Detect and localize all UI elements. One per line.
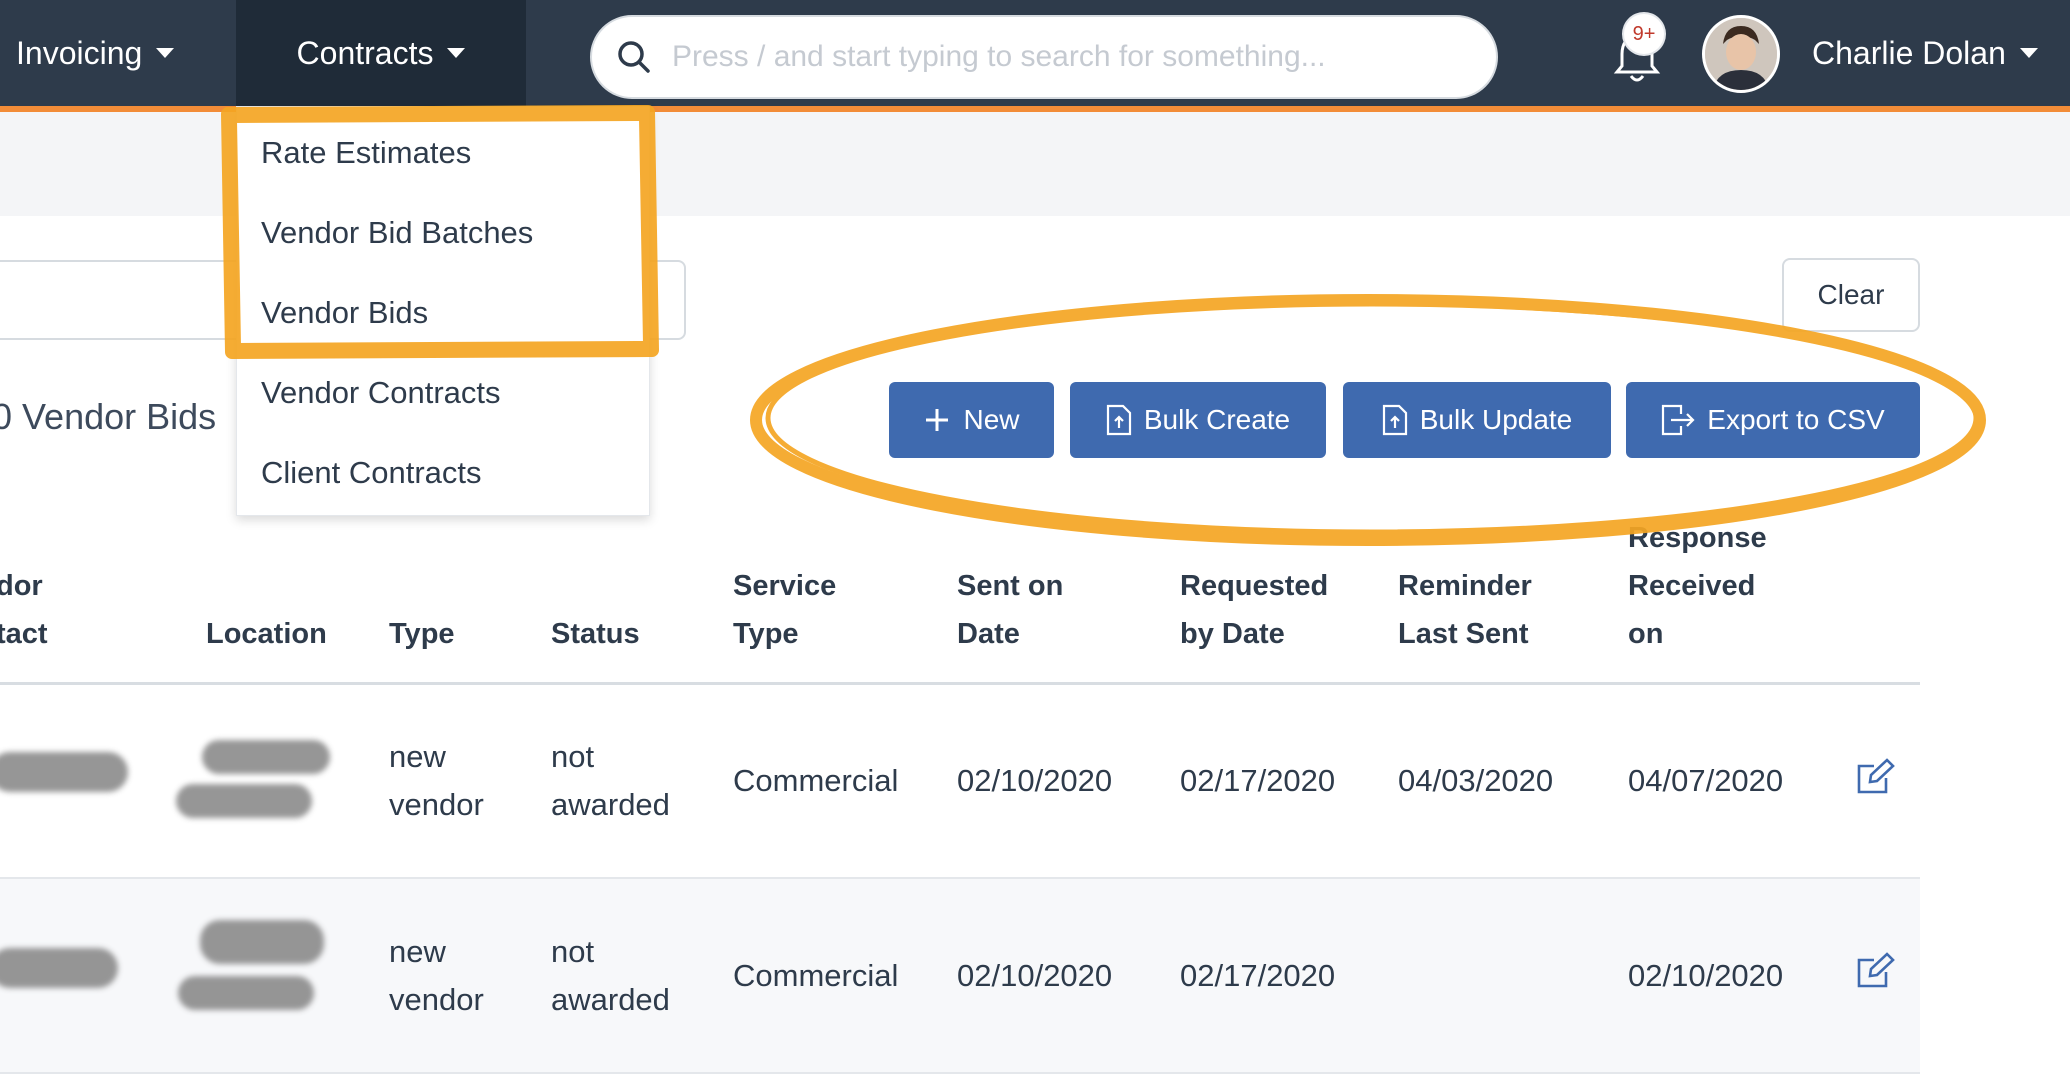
- cell-status: not awarded: [551, 928, 670, 1024]
- table-header-divider: [0, 682, 1920, 685]
- cell-type: new vendor: [389, 928, 484, 1024]
- cell-response-received: 04/07/2020: [1628, 763, 1784, 798]
- header-line: Date: [957, 618, 1020, 650]
- cell-service-type: Commercial: [733, 958, 899, 993]
- header-line: Service: [733, 570, 837, 602]
- new-button[interactable]: New: [889, 382, 1054, 458]
- new-button-label: New: [963, 404, 1020, 435]
- header-line: by Date: [1180, 618, 1285, 650]
- redacted-location: [202, 740, 330, 774]
- menu-item-vendor-bids[interactable]: Vendor Bids: [261, 295, 428, 331]
- header-line: Requested: [1180, 570, 1329, 602]
- header-line: Type: [733, 618, 799, 650]
- bulk-create-label: Bulk Create: [1143, 404, 1291, 435]
- header-vendor-contact[interactable]: dor tact: [0, 562, 48, 658]
- cell-requested-by-date: 02/17/2020: [1180, 958, 1336, 993]
- cell-line: awarded: [551, 787, 670, 822]
- header-location[interactable]: Location: [206, 610, 327, 658]
- menu-item-vendor-contracts[interactable]: Vendor Contracts: [261, 375, 501, 411]
- redacted-vendor-contact: [0, 752, 128, 792]
- menu-item-client-contracts[interactable]: Client Contracts: [261, 455, 482, 491]
- export-csv-label: Export to CSV: [1707, 404, 1885, 435]
- bulk-create-button[interactable]: Bulk Create: [1070, 382, 1326, 458]
- header-line: Sent on: [957, 570, 1064, 602]
- header-requested-by-date[interactable]: Requested by Date: [1180, 562, 1328, 658]
- header-type[interactable]: Type: [389, 610, 455, 658]
- clear-button[interactable]: Clear: [1782, 258, 1920, 332]
- contracts-dropdown-menu: Rate Estimates Vendor Bid Batches Vendor…: [236, 106, 650, 516]
- bulk-update-button[interactable]: Bulk Update: [1343, 382, 1611, 458]
- search-icon: [616, 39, 652, 75]
- chevron-down-icon: [156, 48, 175, 58]
- cell-reminder-last-sent: 04/03/2020: [1398, 763, 1554, 798]
- header-status[interactable]: Status: [551, 610, 640, 658]
- chevron-down-icon: [2019, 48, 2038, 58]
- avatar[interactable]: [1702, 15, 1780, 93]
- cell-line: new: [389, 934, 446, 969]
- cell-type: new vendor: [389, 733, 484, 829]
- redacted-location: [178, 976, 314, 1010]
- cell-line: vendor: [389, 982, 484, 1017]
- nav-invoicing-label: Invoicing: [16, 34, 143, 71]
- redacted-vendor-contact: [0, 948, 118, 988]
- user-name: Charlie Dolan: [1812, 34, 2006, 71]
- nav-invoicing[interactable]: Invoicing: [16, 0, 175, 106]
- cell-requested-by-date: 02/17/2020: [1180, 763, 1336, 798]
- cell-line: not: [551, 739, 595, 774]
- cell-sent-on-date: 02/10/2020: [957, 958, 1113, 993]
- redacted-location: [176, 784, 312, 818]
- cell-line: not: [551, 934, 595, 969]
- file-export-icon: [1662, 404, 1695, 436]
- cell-sent-on-date: 02/10/2020: [957, 763, 1113, 798]
- edit-icon[interactable]: [1856, 758, 1896, 801]
- header-line: tact: [0, 618, 48, 650]
- bulk-update-label: Bulk Update: [1419, 404, 1573, 435]
- header-reminder-last-sent[interactable]: Reminder Last Sent: [1398, 562, 1532, 658]
- notification-badge: 9+: [1624, 14, 1664, 54]
- cell-line: new: [389, 739, 446, 774]
- cell-service-type: Commercial: [733, 763, 899, 798]
- nav-contracts[interactable]: Contracts: [236, 0, 526, 106]
- search-bar[interactable]: [590, 15, 1498, 99]
- user-menu[interactable]: Charlie Dolan: [1812, 0, 2038, 106]
- cell-line: vendor: [389, 787, 484, 822]
- header-line: Received: [1628, 570, 1756, 602]
- chevron-down-icon: [447, 48, 466, 58]
- file-upload-icon: [1106, 404, 1131, 436]
- page-title: 0 Vendor Bids: [0, 396, 217, 437]
- header-line: dor: [0, 570, 43, 602]
- cell-status: not awarded: [551, 733, 670, 829]
- plus-icon: [926, 409, 949, 431]
- redacted-location: [200, 920, 324, 964]
- menu-item-vendor-bid-batches[interactable]: Vendor Bid Batches: [261, 215, 533, 251]
- export-csv-button[interactable]: Export to CSV: [1626, 382, 1920, 458]
- header-response-received-on[interactable]: Response Received on: [1628, 514, 1767, 658]
- row-divider: [0, 1072, 1920, 1074]
- menu-item-rate-estimates[interactable]: Rate Estimates: [261, 135, 471, 171]
- file-upload-icon: [1382, 404, 1407, 436]
- nav-contracts-label: Contracts: [296, 34, 434, 71]
- header-line: Last Sent: [1398, 618, 1529, 650]
- cell-line: awarded: [551, 982, 670, 1017]
- header-service-type[interactable]: Service Type: [733, 562, 836, 658]
- header-line: on: [1628, 618, 1664, 650]
- search-input[interactable]: [670, 39, 1454, 75]
- edit-icon[interactable]: [1856, 952, 1896, 995]
- header-sent-on-date[interactable]: Sent on Date: [957, 562, 1063, 658]
- header-line: Reminder: [1398, 570, 1532, 602]
- header-line: Response: [1628, 522, 1767, 554]
- cell-response-received: 02/10/2020: [1628, 958, 1784, 993]
